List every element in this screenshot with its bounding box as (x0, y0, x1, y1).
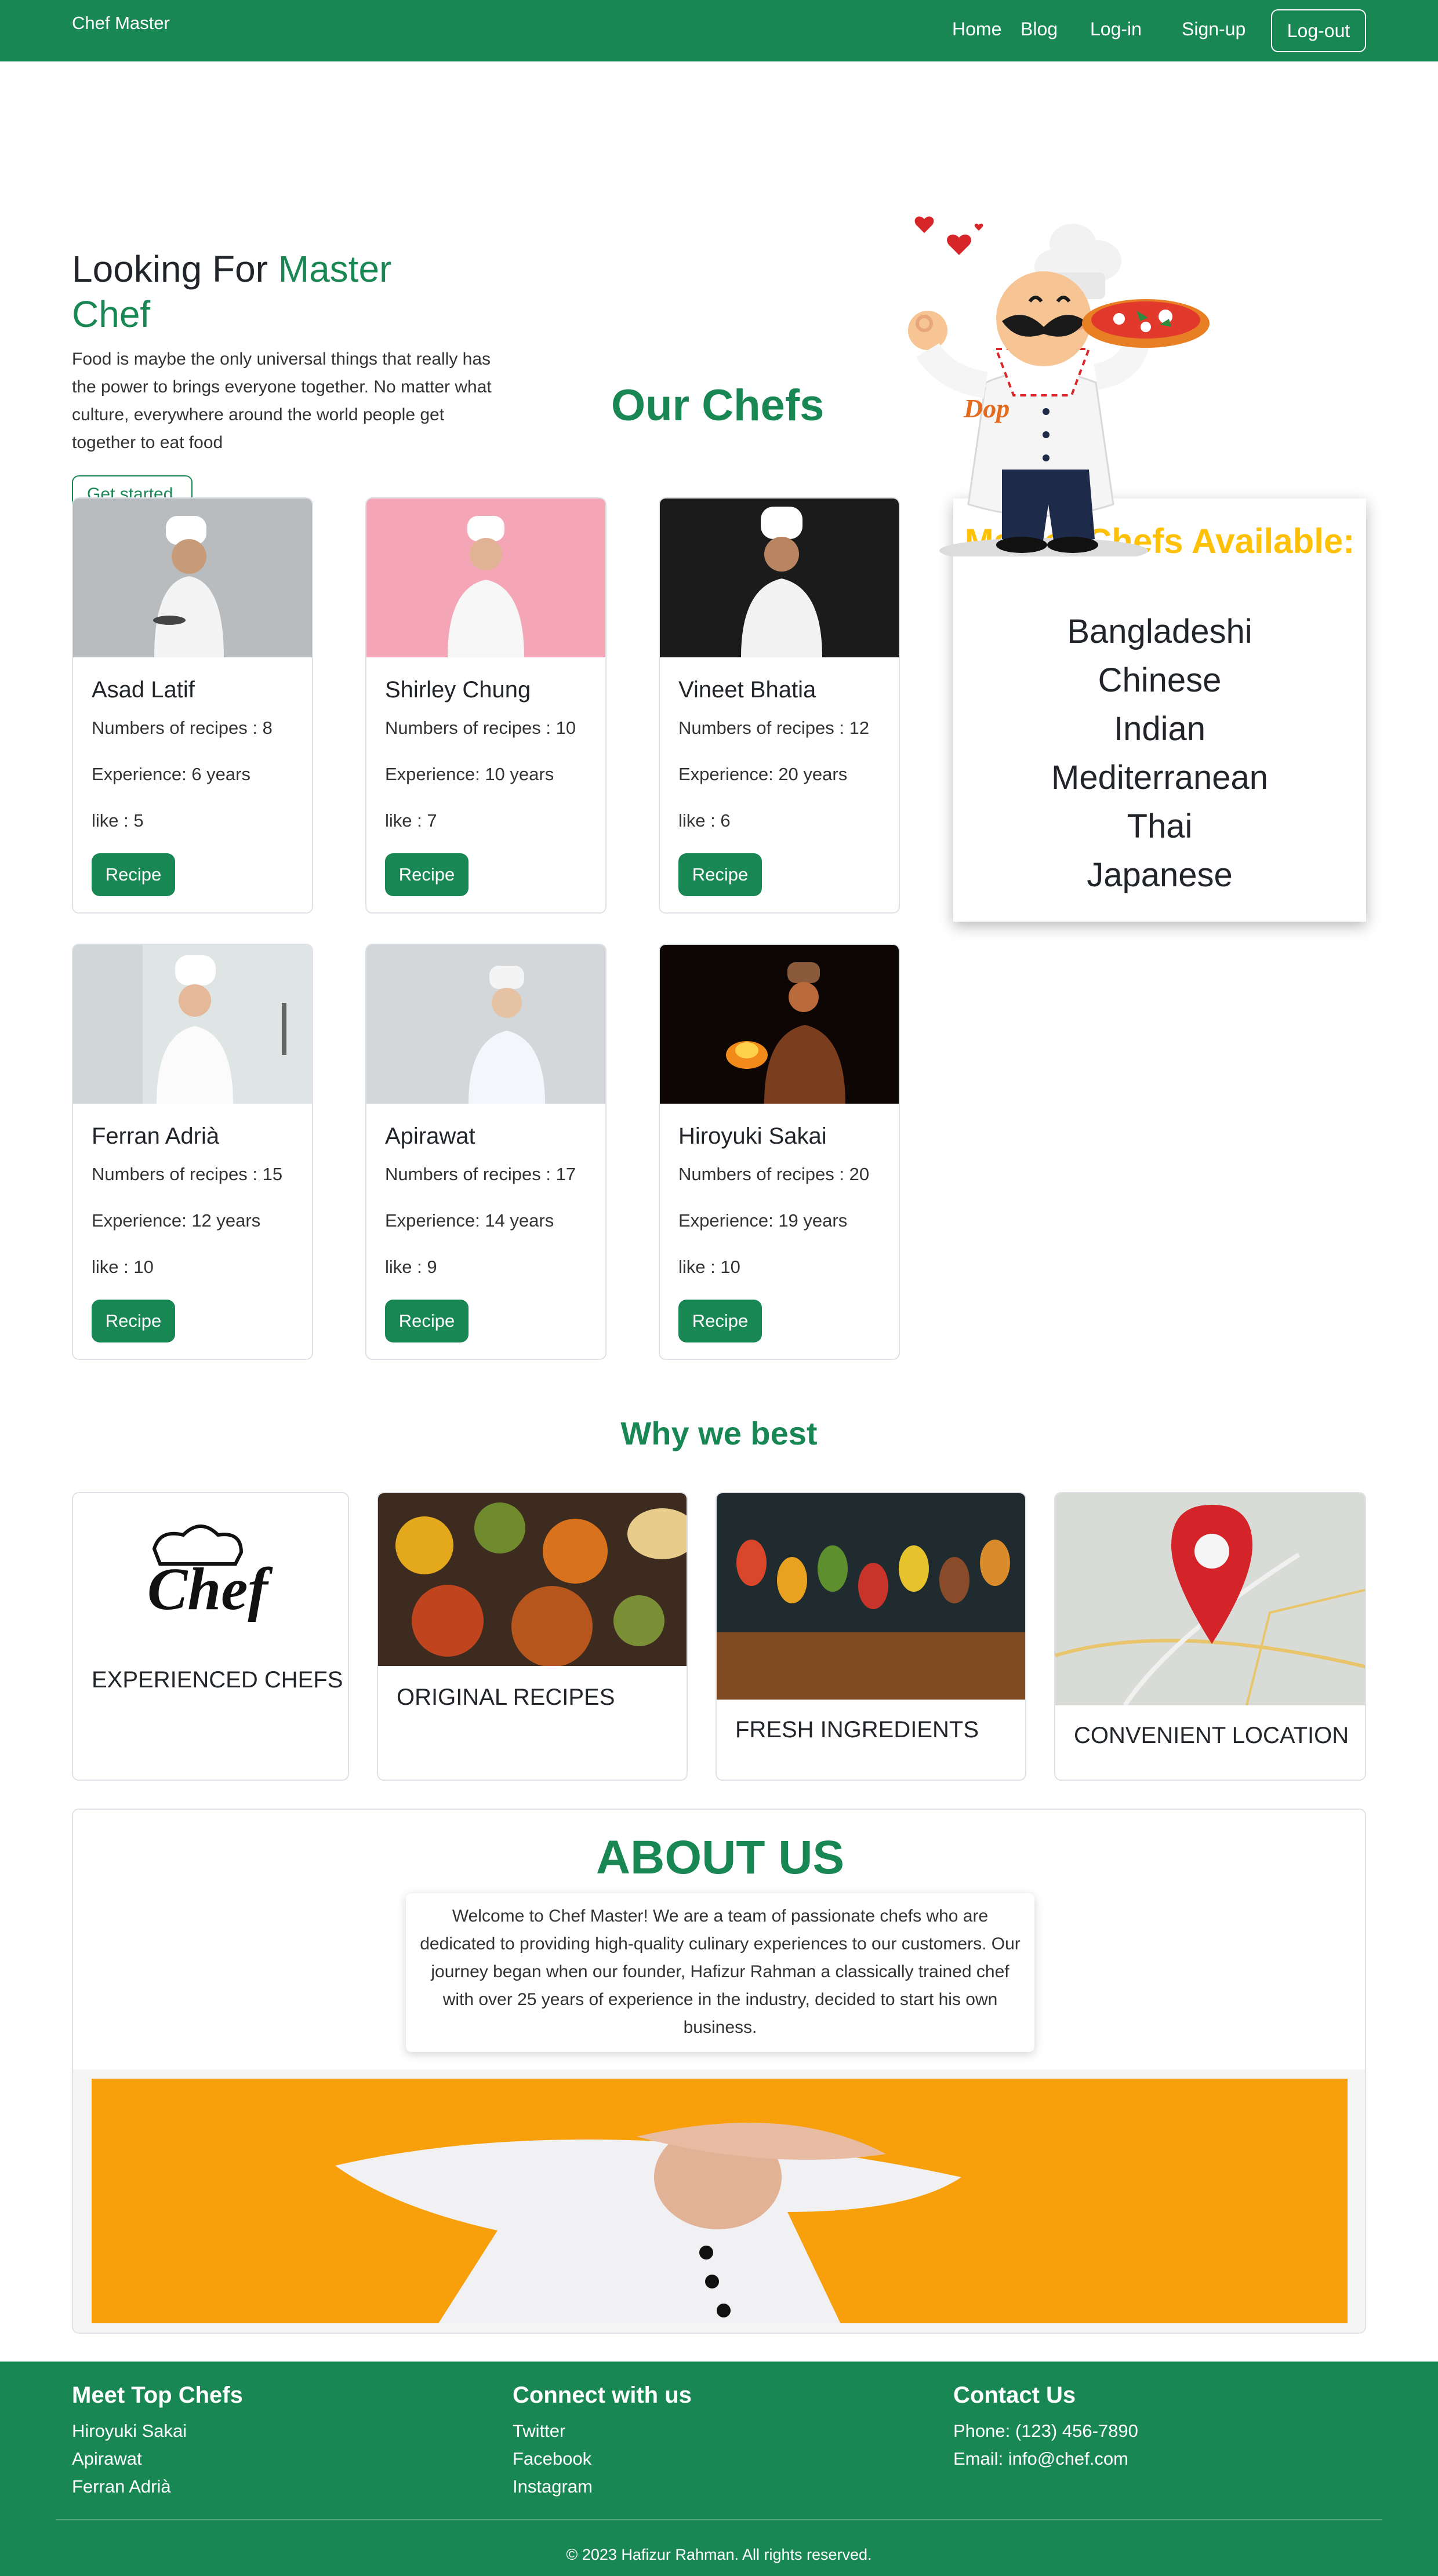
chef-photo (366, 499, 605, 657)
nav-blog-link[interactable]: Blog (1021, 19, 1058, 40)
feature-label: FRESH INGREDIENTS (735, 1717, 979, 1742)
chef-name: Ferran Adrià (92, 1123, 220, 1149)
feature-label: CONVENIENT LOCATION (1074, 1723, 1349, 1748)
chef-card: Hiroyuki Sakai Numbers of recipes : 20 E… (659, 944, 900, 1360)
logout-button[interactable]: Log-out (1271, 9, 1366, 52)
feature-label: EXPERIENCED CHEFS (92, 1667, 343, 1693)
chef-name: Apirawat (385, 1123, 475, 1149)
chef-card: Vineet Bhatia Numbers of recipes : 12 Ex… (659, 497, 900, 914)
location-map-image (1055, 1493, 1365, 1705)
chef-cartoon-illustration: Dop (908, 216, 1210, 556)
footer-heading-contact: Contact Us (953, 2382, 1076, 2408)
feature-card: Chef EXPERIENCED CHEFS (72, 1492, 349, 1781)
chef-card: Asad Latif Numbers of recipes : 8 Experi… (72, 497, 313, 914)
chef-photo (366, 945, 605, 1104)
footer-twitter-link[interactable]: Twitter (513, 2421, 565, 2442)
cuisine-item: Chinese (1098, 661, 1222, 699)
navbar: Chef Master Home Blog Log-in Sign-up Log… (0, 0, 1438, 61)
nav-signup-link[interactable]: Sign-up (1182, 19, 1245, 40)
chef-likes: like : 10 (92, 1257, 154, 1277)
chef-card: Ferran Adrià Numbers of recipes : 15 Exp… (72, 944, 313, 1360)
footer-heading-chefs: Meet Top Chefs (72, 2382, 243, 2408)
chef-recipe-count: Numbers of recipes : 17 (385, 1164, 576, 1184)
about-us-section: ABOUT US Welcome to Chef Master! We are … (72, 1809, 1366, 2334)
hero-title-plain: Looking For (72, 248, 278, 290)
why-we-best-heading: Why we best (620, 1415, 818, 1451)
recipe-button[interactable]: Recipe (678, 1300, 762, 1342)
feature-card: FRESH INGREDIENTS (716, 1492, 1026, 1781)
chef-likes: like : 7 (385, 810, 437, 831)
chef-card: Apirawat Numbers of recipes : 17 Experie… (365, 944, 607, 1360)
nav-login-link[interactable]: Log-in (1090, 19, 1142, 40)
footer-divider (56, 2519, 1382, 2520)
recipe-button[interactable]: Recipe (92, 853, 175, 896)
chef-logo-icon: Chef (147, 1525, 273, 1622)
cuisine-item: Mediterranean (1051, 759, 1268, 796)
chef-likes: like : 9 (385, 1257, 437, 1277)
recipe-button[interactable]: Recipe (678, 853, 762, 896)
nav-home-link[interactable]: Home (952, 19, 1001, 40)
feature-card: ORIGINAL RECIPES (377, 1492, 688, 1781)
cuisine-item: Japanese (1087, 856, 1233, 894)
chef-name: Asad Latif (92, 677, 195, 703)
feature-label: ORIGINAL RECIPES (397, 1684, 615, 1710)
footer-phone: Phone: (123) 456-7890 (953, 2421, 1138, 2441)
recipe-button[interactable]: Recipe (385, 1300, 469, 1342)
feature-card: CONVENIENT LOCATION (1054, 1492, 1366, 1781)
chef-recipe-count: Numbers of recipes : 8 (92, 718, 273, 738)
chef-experience: Experience: 14 years (385, 1210, 554, 1231)
hero-title: Looking For Master Chef (72, 246, 478, 337)
svg-text:Dop: Dop (963, 394, 1009, 423)
footer-chef-link[interactable]: Hiroyuki Sakai (72, 2421, 187, 2442)
chef-recipe-count: Numbers of recipes : 10 (385, 718, 576, 738)
copyright-text: © 2023 Hafizur Rahman. All rights reserv… (566, 2546, 872, 2563)
chef-experience: Experience: 10 years (385, 764, 554, 784)
chef-name: Hiroyuki Sakai (678, 1123, 827, 1149)
recipe-button[interactable]: Recipe (92, 1300, 175, 1342)
chef-experience: Experience: 6 years (92, 764, 250, 784)
chef-likes: like : 5 (92, 810, 144, 831)
chef-experience: Experience: 19 years (678, 1210, 848, 1231)
brand-logo[interactable]: Chef Master (72, 13, 170, 34)
about-chef-image (92, 2079, 1348, 2323)
original-recipes-image (378, 1493, 687, 1666)
chef-photo (73, 945, 312, 1104)
chef-recipe-count: Numbers of recipes : 12 (678, 718, 870, 738)
chef-experience: Experience: 12 years (92, 1210, 261, 1231)
fresh-ingredients-image (717, 1493, 1025, 1700)
recipe-button[interactable]: Recipe (385, 853, 469, 896)
our-chefs-heading: Our Chefs (611, 381, 825, 430)
about-us-heading: ABOUT US (595, 1831, 845, 1884)
footer: Meet Top Chefs Hiroyuki Sakai Apirawat F… (0, 2362, 1438, 2576)
chef-logo-text: Chef (147, 1556, 273, 1622)
chef-name: Shirley Chung (385, 677, 531, 703)
footer-email: Email: info@chef.com (953, 2448, 1128, 2469)
footer-heading-connect: Connect with us (513, 2382, 692, 2408)
cuisine-item: Bangladeshi (1067, 613, 1252, 650)
chef-name: Vineet Bhatia (678, 677, 816, 703)
footer-chef-link[interactable]: Apirawat (72, 2448, 142, 2469)
chef-card: Shirley Chung Numbers of recipes : 10 Ex… (365, 497, 607, 914)
chef-likes: like : 6 (678, 810, 731, 831)
chef-photo (73, 499, 312, 657)
cuisine-item: Indian (1113, 710, 1206, 748)
chef-recipe-count: Numbers of recipes : 15 (92, 1164, 283, 1184)
chef-likes: like : 10 (678, 1257, 740, 1277)
master-chefs-panel: Master Chefs Available: Bangladeshi Chin… (953, 499, 1366, 922)
footer-facebook-link[interactable]: Facebook (513, 2448, 591, 2469)
cuisine-item: Thai (1127, 807, 1193, 845)
hero-description: Food is maybe the only universal things … (72, 350, 492, 452)
footer-chef-link[interactable]: Ferran Adrià (72, 2476, 171, 2497)
chef-photo (660, 945, 899, 1104)
chef-experience: Experience: 20 years (678, 764, 848, 784)
about-us-text: Welcome to Chef Master! We are a team of… (406, 1893, 1034, 2052)
footer-instagram-link[interactable]: Instagram (513, 2476, 593, 2497)
chef-recipe-count: Numbers of recipes : 20 (678, 1164, 870, 1184)
